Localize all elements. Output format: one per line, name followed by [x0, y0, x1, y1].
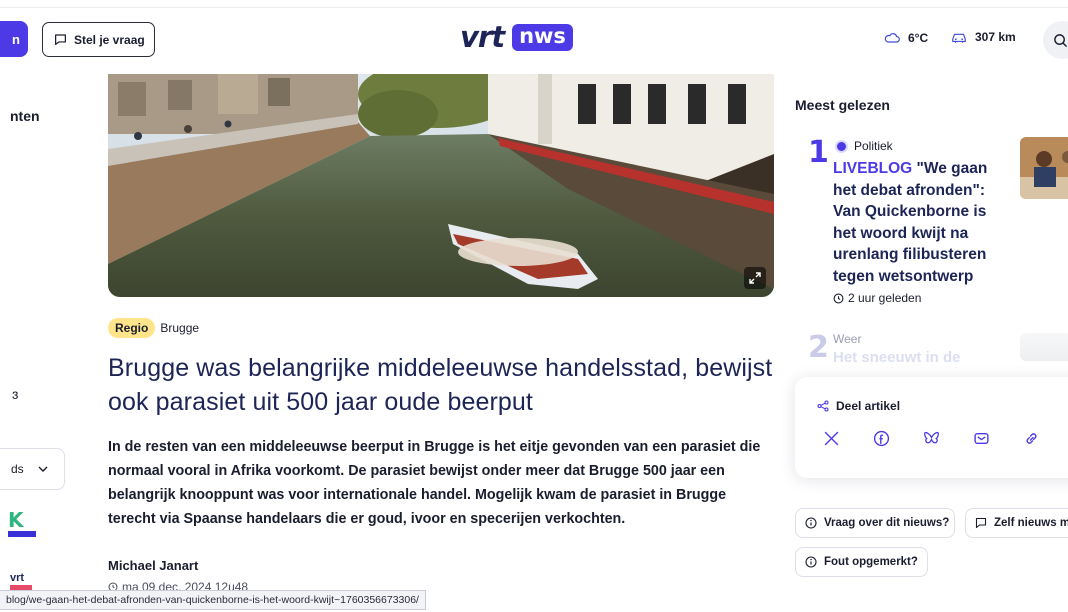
traffic-widget[interactable]: 307 km — [951, 30, 1016, 44]
bruges-canal-photo — [108, 74, 774, 297]
left-sidebar: nten ɜ ds K vrt — [0, 70, 80, 612]
vrt-brand-text: vrt — [10, 572, 25, 584]
bluesky-icon — [924, 431, 939, 443]
expand-icon — [749, 272, 761, 284]
chevron-down-icon — [38, 466, 48, 472]
most-read-title: Meest gelezen — [795, 97, 890, 113]
chat-icon — [975, 517, 987, 529]
most-read-rank-2: 2 — [808, 330, 829, 365]
x-icon — [824, 431, 839, 445]
site-header: n Stel je vraag vrt nws 6°C 307 km — [0, 0, 1068, 70]
search-button[interactable] — [1043, 21, 1068, 59]
most-read-item-1-time: 2 uur geleden — [833, 291, 921, 305]
liveblog-label: LIVEBLOG — [833, 160, 913, 177]
most-read-item-1-time-text: 2 uur geleden — [848, 291, 922, 305]
weather-widget[interactable]: 6°C — [884, 30, 928, 45]
report-error-button[interactable]: Fout opgemerkt? — [795, 547, 928, 577]
most-read-category-1-label: Politiek — [854, 139, 893, 153]
most-read-item-2[interactable]: Het sneeuwt in de — [833, 349, 961, 366]
ask-question-label: Stel je vraag — [74, 32, 145, 47]
article-author[interactable]: Michael Janart — [108, 558, 198, 573]
chat-icon — [55, 34, 66, 45]
ask-about-news-label: Vraag over dit nieuws? — [824, 517, 950, 529]
sidebar-item-cut[interactable]: nten — [10, 108, 40, 124]
submit-news-button[interactable]: Zelf nieuws m — [965, 508, 1068, 538]
question-icon — [805, 517, 817, 529]
report-error-label: Fout opgemerkt? — [824, 556, 918, 568]
traffic-value: 307 km — [975, 30, 1016, 44]
logo-nws-text: nws — [512, 23, 573, 52]
most-read-category-2[interactable]: Weer — [833, 332, 861, 346]
tag-regio[interactable]: Regio — [108, 318, 156, 338]
most-read-item-2-thumbnail[interactable] — [1020, 333, 1068, 361]
share-card: Deel artikel — [795, 377, 1068, 478]
most-read-item-1-thumbnail[interactable] — [1020, 137, 1068, 199]
article-lead: In de resten van een middeleeuwse beerpu… — [108, 439, 761, 527]
ask-question-button[interactable]: Stel je vraag — [42, 22, 155, 57]
logo-vrt-text: vrt — [460, 20, 505, 54]
submit-news-label: Zelf nieuws m — [994, 517, 1068, 529]
ketnet-logo-letter: K — [8, 508, 24, 532]
car-icon — [952, 33, 966, 43]
sidebar-dropdown-label: ds — [11, 462, 24, 476]
share-link-button[interactable] — [1019, 427, 1068, 449]
share-title: Deel artikel — [817, 399, 900, 413]
expand-image-button[interactable] — [744, 267, 766, 289]
link-icon — [1026, 432, 1037, 444]
vrt-nws-logo[interactable]: vrt nws — [460, 23, 573, 52]
temperature-value: 6°C — [908, 30, 929, 45]
sidebar-dropdown[interactable]: ds — [0, 448, 65, 490]
parliament-photo — [1020, 137, 1068, 199]
info-icon — [805, 556, 817, 568]
vrt-brand-logo[interactable]: vrt — [10, 572, 32, 590]
ask-about-news-button[interactable]: Vraag over dit nieuws? — [795, 508, 955, 538]
most-read-category-1[interactable]: Politiek — [835, 139, 893, 153]
search-icon — [1054, 33, 1067, 47]
most-read-item-1[interactable]: LIVEBLOG "We gaan het debat afronden": V… — [833, 158, 1013, 287]
share-facebook-button[interactable] — [869, 427, 919, 449]
article-headline: Brugge was belangrijke middeleeuwse hand… — [108, 354, 773, 416]
share-mail-button[interactable] — [969, 427, 1019, 449]
tag-city[interactable]: Brugge — [160, 321, 199, 335]
clock-icon — [833, 293, 844, 303]
facebook-icon — [873, 430, 890, 446]
share-x-button[interactable] — [819, 427, 869, 449]
header-divider — [0, 7, 1068, 8]
most-read-rank-1: 1 — [808, 135, 829, 170]
share-title-label: Deel artikel — [836, 399, 901, 413]
mail-icon — [974, 432, 989, 444]
ketnet-logo[interactable]: K — [8, 510, 36, 537]
menu-button[interactable]: n — [0, 21, 28, 57]
sidebar-item-cut-2[interactable]: ɜ — [12, 386, 18, 402]
share-icons — [819, 427, 1068, 449]
share-bluesky-button[interactable] — [919, 427, 969, 449]
category-dot-icon — [835, 139, 848, 153]
hero-image[interactable] — [108, 74, 774, 297]
cloud-sun-icon — [884, 33, 900, 43]
browser-status-bar: blog/we-gaan-het-debat-afronden-van-quic… — [0, 590, 426, 610]
most-read-item-1-title: "We gaan het debat afronden": Van Quicke… — [833, 160, 988, 285]
share-icon — [817, 400, 829, 412]
article-tags: Regio Brugge — [108, 318, 199, 338]
